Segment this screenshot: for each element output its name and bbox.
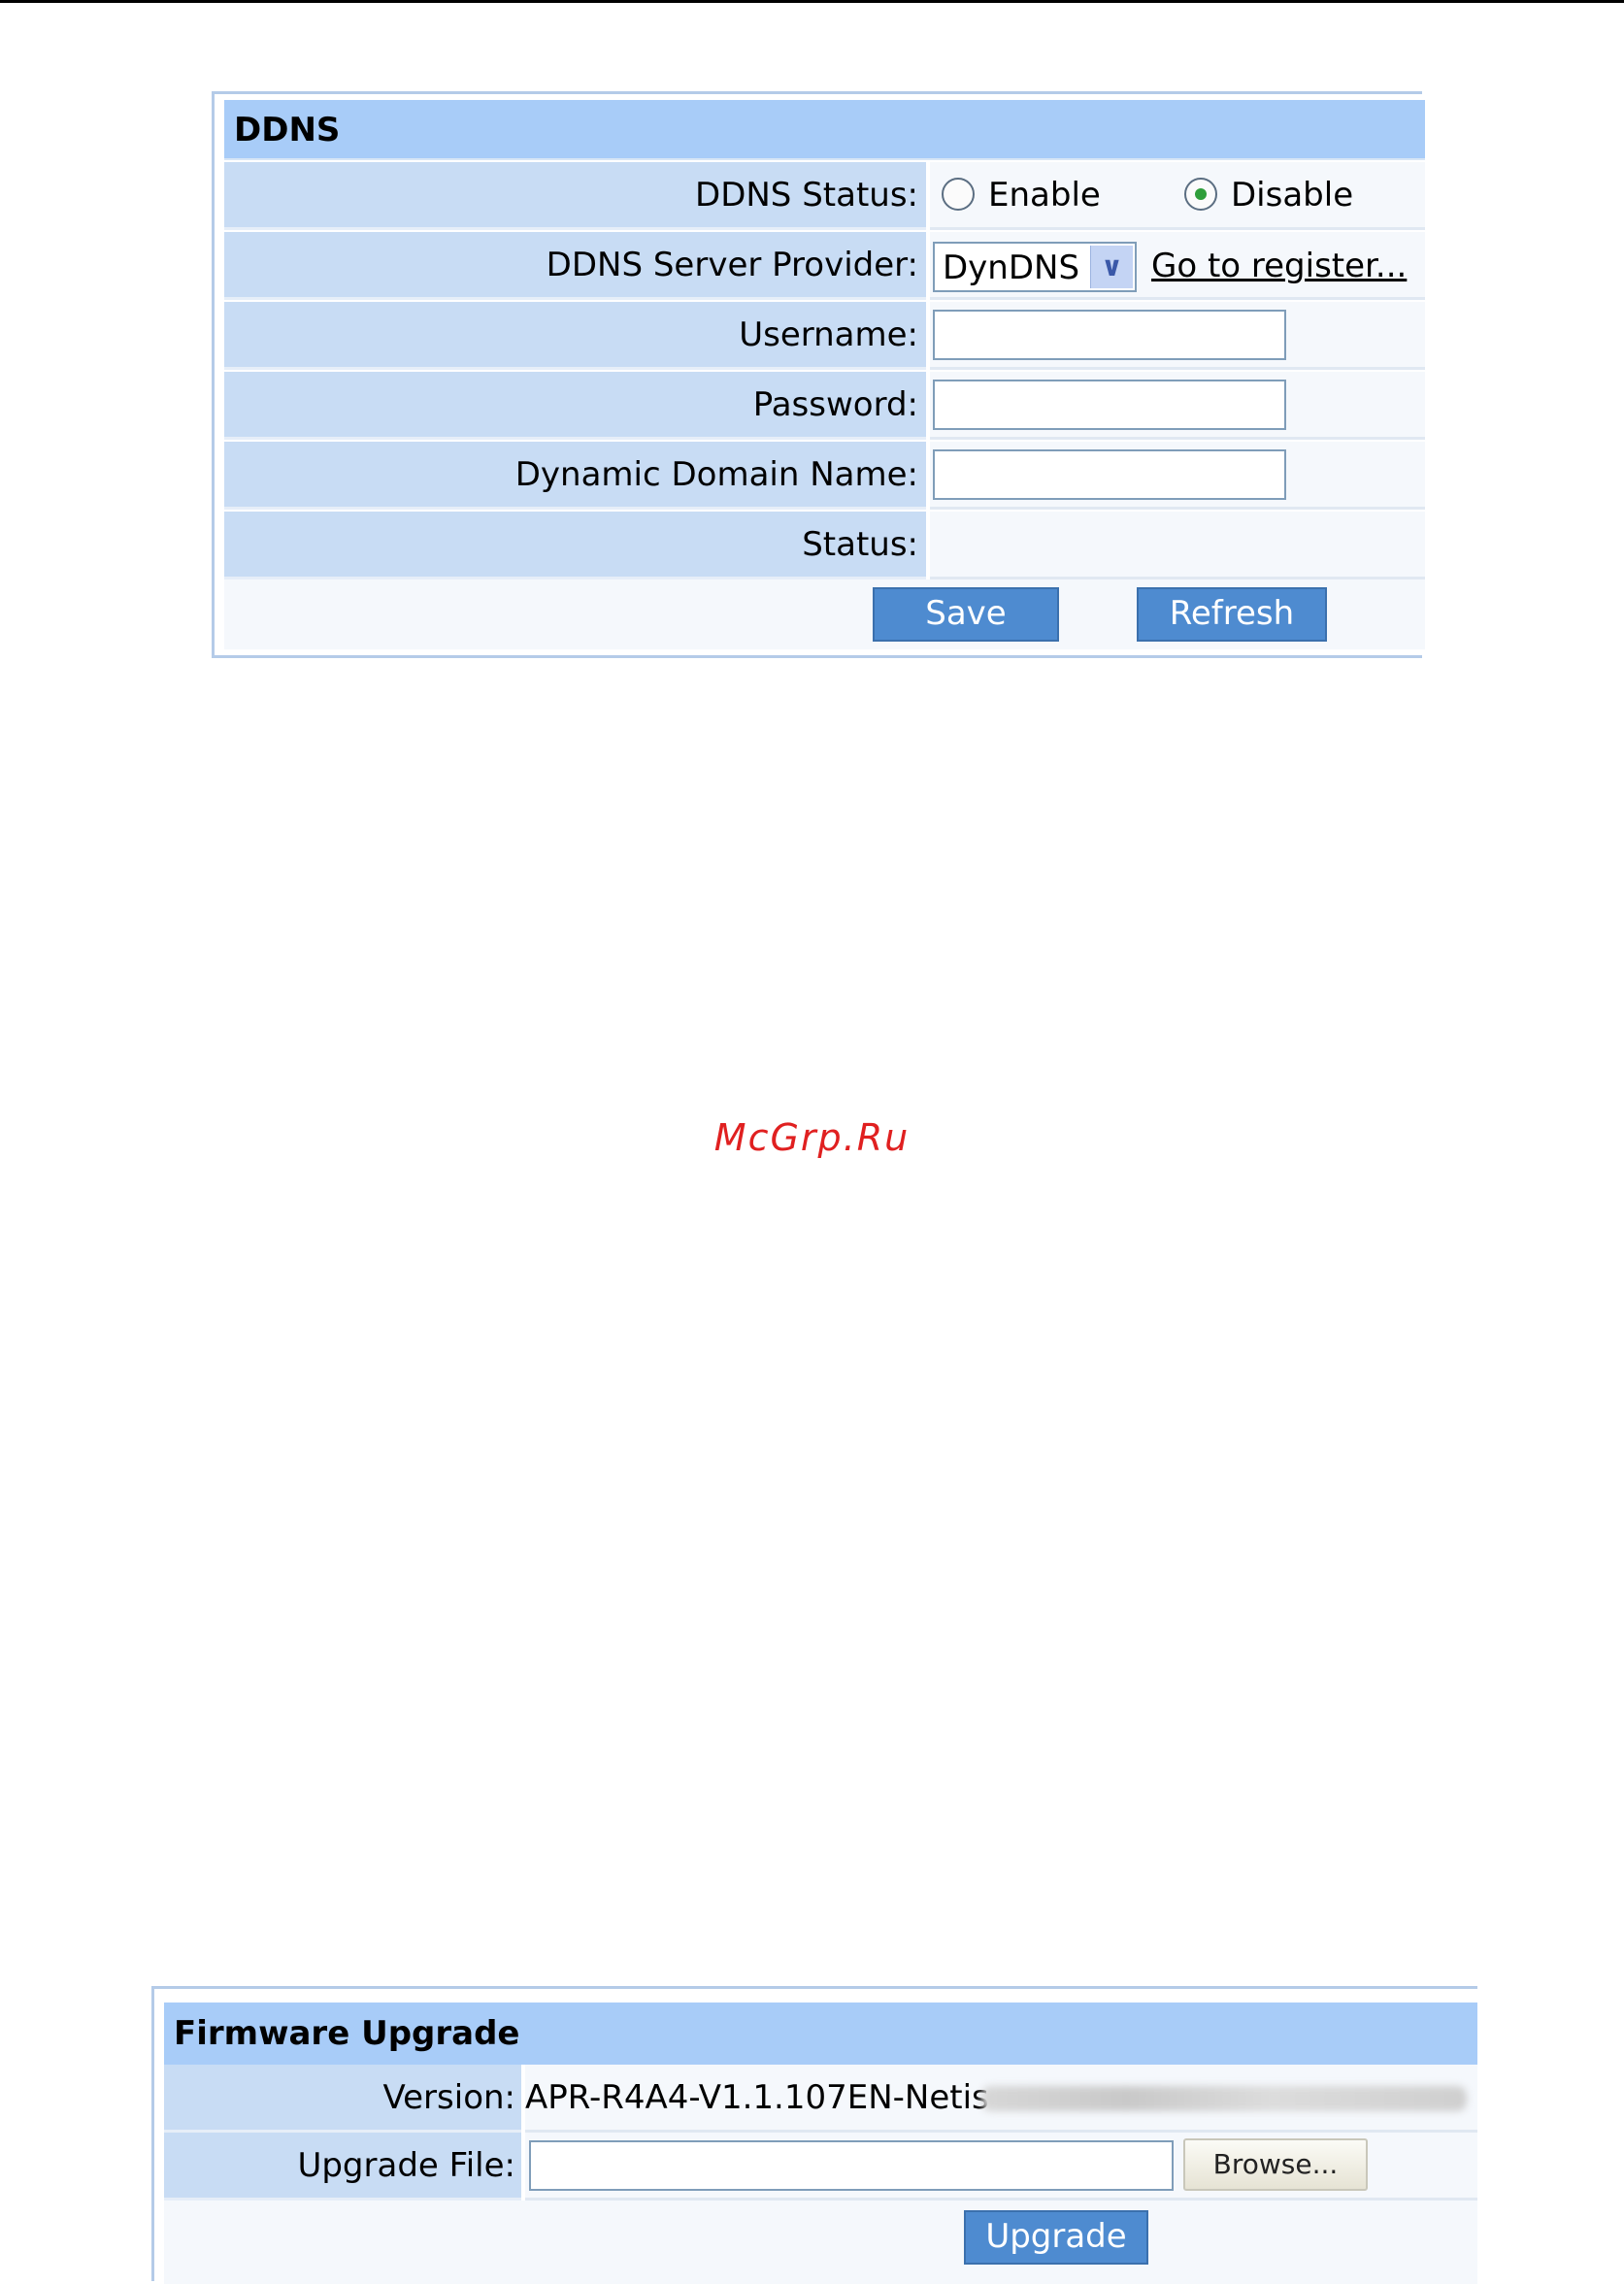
ddns-panel: DDNS DDNS Status: Enable Disable DDNS Se… — [212, 91, 1425, 658]
username-cell — [930, 302, 1425, 370]
page-top-rule — [0, 0, 1624, 3]
ddns-domain-row: Dynamic Domain Name: — [224, 442, 1425, 510]
version-label: Version: — [164, 2065, 521, 2133]
refresh-button[interactable]: Refresh — [1137, 587, 1327, 642]
ddns-status-label: DDNS Status: — [224, 162, 926, 230]
ddns-status-text-row: Status: — [224, 512, 1425, 579]
chevron-down-icon[interactable]: ∨ — [1090, 246, 1133, 288]
status-text-label: Status: — [224, 512, 926, 579]
ddns-password-row: Password: — [224, 372, 1425, 440]
version-value: APR-R4A4-V1.1.107EN-Netis — [525, 2078, 989, 2117]
domain-name-input[interactable] — [933, 449, 1286, 500]
username-label: Username: — [224, 302, 926, 370]
ddns-provider-label: DDNS Server Provider: — [224, 232, 926, 300]
domain-name-cell — [930, 442, 1425, 510]
enable-radio[interactable] — [942, 178, 975, 211]
disable-radio-label[interactable]: Disable — [1231, 176, 1353, 215]
firmware-button-row: Upgrade — [164, 2201, 1477, 2284]
upgrade-file-label: Upgrade File: — [164, 2133, 521, 2201]
version-redacted-blur — [981, 2086, 1467, 2111]
enable-radio-label[interactable]: Enable — [988, 176, 1101, 215]
ddns-button-row: Save Refresh — [224, 579, 1425, 649]
ddns-panel-title: DDNS — [224, 100, 1425, 160]
watermark-text: McGrp.Ru — [713, 1116, 911, 1159]
password-cell — [930, 372, 1425, 440]
username-input[interactable] — [933, 310, 1286, 360]
save-button[interactable]: Save — [873, 587, 1059, 642]
ddns-status-row: DDNS Status: Enable Disable — [224, 162, 1425, 230]
provider-select[interactable]: DynDNS ∨ — [933, 242, 1137, 292]
ddns-provider-cell: DynDNS ∨ Go to register... — [930, 232, 1425, 300]
go-to-register-link[interactable]: Go to register... — [1151, 246, 1407, 286]
ddns-status-options: Enable Disable — [930, 162, 1425, 230]
domain-name-label: Dynamic Domain Name: — [224, 442, 926, 510]
ddns-username-row: Username: — [224, 302, 1425, 370]
upgrade-button[interactable]: Upgrade — [964, 2210, 1148, 2265]
status-text-value — [930, 512, 1425, 579]
browse-button[interactable]: Browse... — [1183, 2138, 1368, 2191]
firmware-version-row: Version: APR-R4A4-V1.1.107EN-Netis — [164, 2065, 1477, 2133]
upgrade-file-input[interactable] — [529, 2140, 1174, 2191]
firmware-file-row: Upgrade File: Browse... — [164, 2133, 1477, 2201]
ddns-provider-row: DDNS Server Provider: DynDNS ∨ Go to reg… — [224, 232, 1425, 300]
firmware-panel-title: Firmware Upgrade — [164, 2003, 1477, 2065]
disable-radio[interactable] — [1184, 178, 1217, 211]
firmware-panel: Firmware Upgrade Version: APR-R4A4-V1.1.… — [151, 1986, 1477, 2284]
provider-select-value: DynDNS — [943, 248, 1080, 287]
password-input[interactable] — [933, 380, 1286, 430]
upgrade-file-cell: Browse... — [525, 2133, 1477, 2201]
version-cell: APR-R4A4-V1.1.107EN-Netis — [525, 2065, 1477, 2133]
password-label: Password: — [224, 372, 926, 440]
